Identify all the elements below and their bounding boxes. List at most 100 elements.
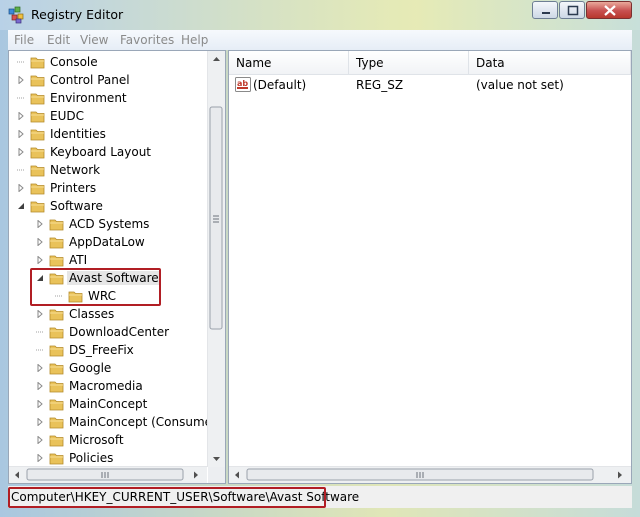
expand-arrow-icon[interactable]: [36, 418, 44, 426]
tree-node[interactable]: MainConcept: [9, 395, 207, 413]
tree-node[interactable]: Macromedia: [9, 377, 207, 395]
key-tree-pane[interactable]: Console Control Panel Environment EUDC Ident…: [8, 50, 226, 484]
tree-node-label: DS_FreeFix: [69, 343, 134, 357]
svg-text:ab: ab: [237, 79, 248, 88]
expand-arrow-icon[interactable]: [36, 238, 44, 246]
folder-icon: [49, 399, 64, 411]
tree-node[interactable]: ACD Systems: [9, 215, 207, 233]
tree-node[interactable]: EUDC: [9, 107, 207, 125]
expand-arrow-icon[interactable]: [17, 148, 25, 156]
tree-node[interactable]: ATI: [9, 251, 207, 269]
value-data: (value not set): [476, 78, 564, 92]
close-button[interactable]: [586, 1, 632, 19]
tree-node[interactable]: AppDataLow: [9, 233, 207, 251]
expand-arrow-icon[interactable]: [36, 310, 44, 318]
expand-arrow-icon[interactable]: [36, 382, 44, 390]
folder-icon: [49, 255, 64, 267]
list-item[interactable]: ab (Default) REG_SZ (value not set): [229, 76, 631, 94]
folder-icon: [49, 345, 64, 357]
column-header-type[interactable]: Type: [349, 51, 469, 75]
tree-node-label: MainConcept: [69, 397, 148, 411]
tree-node-label: Macromedia: [69, 379, 143, 393]
expand-arrow-icon[interactable]: [17, 130, 25, 138]
tree-node-label: ACD Systems: [69, 217, 150, 231]
folder-icon: [30, 129, 45, 141]
expand-arrow-icon[interactable]: [36, 364, 44, 372]
value-name: (Default): [253, 78, 307, 92]
tree-node-label: Software: [50, 199, 103, 213]
tree-node-label: AppDataLow: [69, 235, 145, 249]
string-value-icon: ab: [235, 77, 251, 92]
tree-line-icon: [36, 331, 44, 333]
highlight-box-status: [8, 487, 326, 508]
expand-arrow-icon[interactable]: [17, 76, 25, 84]
tree-hscroll-graphics: [15, 468, 198, 481]
tree-node[interactable]: Keyboard Layout: [9, 143, 207, 161]
close-icon: [604, 5, 616, 16]
tree-line-icon: [17, 169, 25, 171]
folder-icon: [30, 147, 45, 159]
folder-icon: [49, 309, 64, 321]
tree-node[interactable]: MainConcept (Consumer): [9, 413, 207, 431]
folder-icon: [30, 93, 45, 105]
tree-node[interactable]: DownloadCenter: [9, 323, 207, 341]
key-tree[interactable]: Console Control Panel Environment EUDC Ident…: [9, 51, 207, 469]
expand-arrow-icon[interactable]: [36, 400, 44, 408]
folder-icon: [30, 57, 45, 69]
tree-node-label: Microsoft: [69, 433, 124, 447]
menu-edit[interactable]: Edit: [47, 33, 70, 47]
expand-arrow-icon[interactable]: [17, 112, 25, 120]
column-header-data[interactable]: Data: [469, 51, 631, 75]
tree-line-icon: [17, 61, 25, 63]
minimize-icon: [542, 12, 550, 14]
expand-arrow-icon[interactable]: [36, 436, 44, 444]
folder-icon: [30, 201, 45, 213]
title-bar[interactable]: Registry Editor: [0, 0, 640, 30]
column-name-label: Name: [236, 56, 272, 70]
expand-arrow-icon[interactable]: [36, 220, 44, 228]
list-horizontal-scrollbar[interactable]: [229, 466, 631, 483]
tree-node-label: Console: [50, 55, 98, 69]
tree-node[interactable]: Control Panel: [9, 71, 207, 89]
tree-node[interactable]: Printers: [9, 179, 207, 197]
menu-help[interactable]: Help: [181, 33, 208, 47]
folder-icon: [49, 381, 64, 393]
tree-node-label: Keyboard Layout: [50, 145, 152, 159]
expand-arrow-icon[interactable]: [36, 454, 44, 462]
tree-node[interactable]: Microsoft: [9, 431, 207, 449]
tree-node[interactable]: DS_FreeFix: [9, 341, 207, 359]
tree-node[interactable]: Environment: [9, 89, 207, 107]
column-data-label: Data: [476, 56, 505, 70]
expand-arrow-icon[interactable]: [36, 256, 44, 264]
minimize-button[interactable]: [532, 1, 558, 19]
collapse-arrow-icon[interactable]: [17, 202, 25, 210]
tree-vertical-scrollbar[interactable]: [207, 51, 225, 467]
tree-node[interactable]: Classes: [9, 305, 207, 323]
menu-favorites[interactable]: Favorites: [120, 33, 174, 47]
tree-node-label: Identities: [50, 127, 106, 141]
column-type-label: Type: [356, 56, 384, 70]
value-list-pane[interactable]: Name Type Data ab (Default) REG_SZ (valu…: [228, 50, 632, 484]
tree-node[interactable]: Console: [9, 53, 207, 71]
tree-node[interactable]: Google: [9, 359, 207, 377]
menu-file[interactable]: File: [14, 33, 34, 47]
tree-node-label: Policies: [69, 451, 114, 465]
maximize-button[interactable]: [559, 1, 585, 19]
tree-node-label: MainConcept (Consumer): [69, 415, 207, 429]
tree-line-icon: [17, 97, 25, 99]
folder-icon: [49, 237, 64, 249]
tree-node[interactable]: Network: [9, 161, 207, 179]
tree-node[interactable]: Identities: [9, 125, 207, 143]
tree-horizontal-scrollbar[interactable]: [9, 466, 207, 483]
tree-node[interactable]: Policies: [9, 449, 207, 467]
tree-node-label: Google: [69, 361, 112, 375]
menu-view[interactable]: View: [80, 33, 108, 47]
tree-node[interactable]: Software: [9, 197, 207, 215]
highlight-box-avast: [30, 268, 161, 306]
expand-arrow-icon[interactable]: [17, 184, 25, 192]
folder-icon: [30, 183, 45, 195]
folder-icon: [49, 453, 64, 465]
column-header-name[interactable]: Name: [229, 51, 349, 75]
folder-icon: [30, 111, 45, 123]
folder-icon: [30, 75, 45, 87]
